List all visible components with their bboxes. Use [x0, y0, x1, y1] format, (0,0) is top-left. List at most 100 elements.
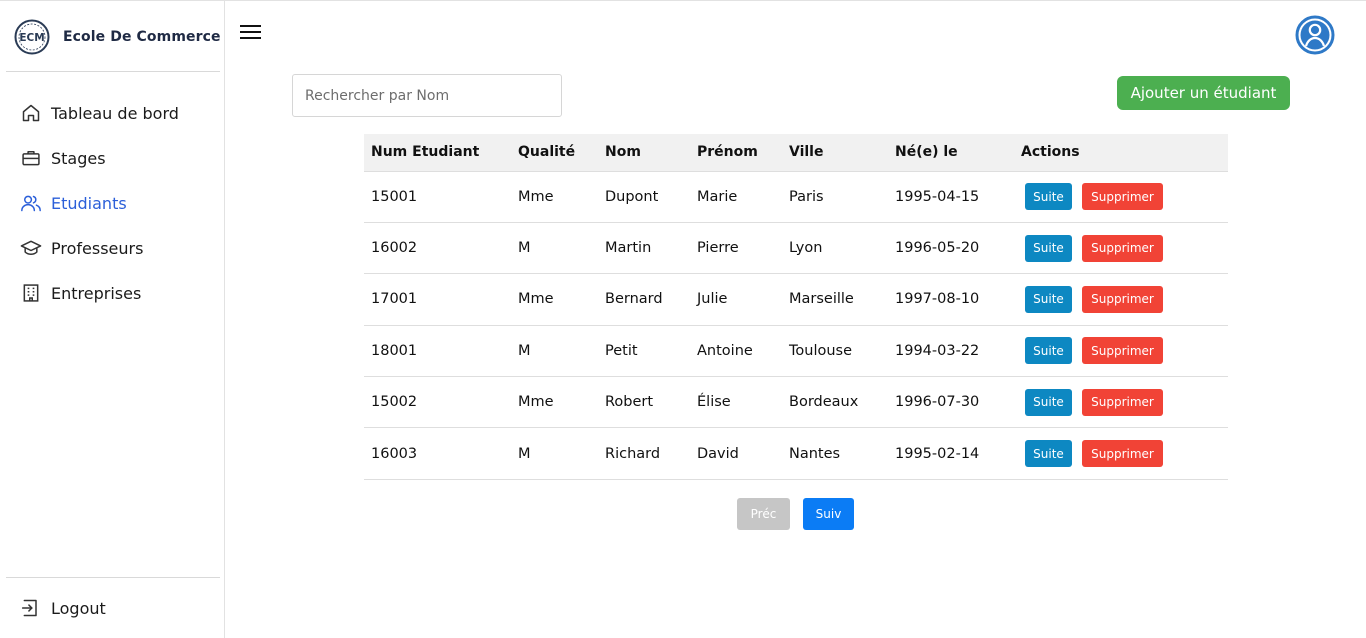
cell-nom: Petit: [605, 342, 638, 359]
suite-button[interactable]: Suite: [1025, 234, 1072, 262]
cell-num: 18001: [371, 342, 418, 359]
cell-ville: Paris: [789, 188, 824, 205]
sidebar-item-tableau-de-bord[interactable]: Tableau de bord: [20, 101, 179, 125]
cell-prenom: Julie: [697, 291, 728, 308]
sidebar-item-label: Professeurs: [51, 238, 144, 258]
cell-naissance: 1995-04-15: [895, 188, 980, 205]
cell-qualite: Mme: [518, 291, 554, 308]
table-row: 17001 Mme Bernard Julie Marseille 1997-0…: [364, 274, 1228, 326]
cell-nom: Richard: [605, 445, 661, 462]
hamburger-icon[interactable]: [240, 25, 261, 39]
add-student-button[interactable]: Ajouter un étudiant: [1117, 76, 1290, 110]
logout-icon: [20, 597, 42, 619]
cell-nom: Dupont: [605, 188, 659, 205]
column-header-actions: Actions: [1021, 144, 1080, 161]
column-header-prenom: Prénom: [697, 144, 758, 161]
cell-actions: Suite Supprimer: [1014, 171, 1228, 222]
cell-ville: Lyon: [789, 240, 823, 257]
delete-button[interactable]: Supprimer: [1082, 440, 1163, 468]
table-row: 15002 Mme Robert Élise Bordeaux 1996-07-…: [364, 377, 1228, 428]
column-header-num: Num Etudiant: [371, 144, 480, 161]
cell-num: 17001: [371, 291, 418, 308]
cell-actions: Suite Supprimer: [1014, 325, 1228, 376]
cell-nom: Bernard: [605, 291, 663, 308]
cell-prenom: Élise: [697, 394, 731, 411]
table-row: 16002 M Martin Pierre Lyon 1996-05-20 Su…: [364, 222, 1228, 274]
sidebar: ECM Ecole De Commerce Tableau de bord St…: [0, 1, 225, 638]
brand[interactable]: ECM Ecole De Commerce: [14, 19, 221, 55]
cell-naissance: 1994-03-22: [895, 342, 980, 359]
cell-naissance: 1996-05-20: [895, 240, 980, 257]
cell-actions: Suite Supprimer: [1014, 428, 1228, 479]
cell-actions: Suite Supprimer: [1014, 377, 1228, 428]
students-table: Num Etudiant Qualité Nom Prénom Ville Né…: [364, 134, 1228, 480]
cell-prenom: Pierre: [697, 240, 739, 257]
delete-button[interactable]: Supprimer: [1082, 388, 1163, 416]
suite-button[interactable]: Suite: [1025, 440, 1072, 468]
cell-ville: Bordeaux: [789, 394, 859, 411]
delete-button[interactable]: Supprimer: [1082, 285, 1163, 313]
search-input[interactable]: [292, 74, 562, 117]
sidebar-item-stages[interactable]: Stages: [20, 146, 106, 170]
logout-button[interactable]: Logout: [20, 597, 106, 619]
cell-num: 15001: [371, 188, 418, 205]
delete-button[interactable]: Supprimer: [1082, 337, 1163, 365]
cell-qualite: M: [518, 445, 531, 462]
column-header-naissance: Né(e) le: [895, 144, 958, 161]
suite-button[interactable]: Suite: [1025, 388, 1072, 416]
cell-num: 15002: [371, 394, 418, 411]
logout-label: Logout: [51, 598, 106, 618]
cell-prenom: David: [697, 445, 739, 462]
suite-button[interactable]: Suite: [1025, 285, 1072, 313]
suite-button[interactable]: Suite: [1025, 183, 1072, 211]
column-header-nom: Nom: [605, 144, 641, 161]
svg-text:ECM: ECM: [19, 32, 44, 44]
cell-ville: Toulouse: [789, 342, 853, 359]
cell-num: 16003: [371, 445, 418, 462]
table-header-row: Num Etudiant Qualité Nom Prénom Ville Né…: [364, 134, 1228, 171]
cell-ville: Nantes: [789, 445, 841, 462]
delete-button[interactable]: Supprimer: [1082, 234, 1163, 262]
cell-ville: Marseille: [789, 291, 854, 308]
suite-button[interactable]: Suite: [1025, 337, 1072, 365]
cell-nom: Martin: [605, 240, 652, 257]
cell-actions: Suite Supprimer: [1014, 222, 1228, 273]
cell-qualite: M: [518, 240, 531, 257]
column-header-qualite: Qualité: [518, 144, 576, 161]
sidebar-item-professeurs[interactable]: Professeurs: [20, 236, 143, 260]
cell-prenom: Marie: [697, 188, 738, 205]
users-icon: [20, 192, 42, 214]
column-header-ville: Ville: [789, 144, 824, 161]
user-avatar-icon[interactable]: [1295, 15, 1335, 55]
next-page-button[interactable]: Suiv: [803, 498, 854, 530]
sidebar-divider: [6, 71, 220, 72]
cell-naissance: 1997-08-10: [895, 291, 980, 308]
sidebar-item-label: Stages: [51, 148, 106, 168]
sidebar-item-entreprises[interactable]: Entreprises: [20, 281, 141, 305]
graduation-cap-icon: [20, 237, 42, 259]
home-icon: [20, 102, 42, 124]
cell-prenom: Antoine: [697, 342, 753, 359]
table-row: 16003 M Richard David Nantes 1995-02-14 …: [364, 428, 1228, 480]
delete-button[interactable]: Supprimer: [1082, 183, 1163, 211]
sidebar-item-etudiants[interactable]: Etudiants: [20, 191, 127, 215]
cell-nom: Robert: [605, 394, 654, 411]
sidebar-item-label: Tableau de bord: [51, 103, 179, 123]
cell-qualite: Mme: [518, 188, 554, 205]
cell-naissance: 1995-02-14: [895, 445, 980, 462]
cell-num: 16002: [371, 240, 418, 257]
briefcase-icon: [20, 147, 42, 169]
previous-page-button[interactable]: Préc: [737, 498, 790, 530]
cell-qualite: M: [518, 342, 531, 359]
brand-name: Ecole De Commerce: [63, 29, 221, 45]
sidebar-item-label: Etudiants: [51, 193, 127, 213]
sidebar-divider: [6, 577, 220, 578]
building-icon: [20, 282, 42, 304]
table-row: 15001 Mme Dupont Marie Paris 1995-04-15 …: [364, 171, 1228, 223]
cell-qualite: Mme: [518, 394, 554, 411]
sidebar-item-label: Entreprises: [51, 283, 142, 303]
ecm-logo-icon: ECM: [14, 19, 50, 55]
cell-naissance: 1996-07-30: [895, 394, 980, 411]
cell-actions: Suite Supprimer: [1014, 274, 1228, 325]
table-row: 18001 M Petit Antoine Toulouse 1994-03-2…: [364, 325, 1228, 377]
